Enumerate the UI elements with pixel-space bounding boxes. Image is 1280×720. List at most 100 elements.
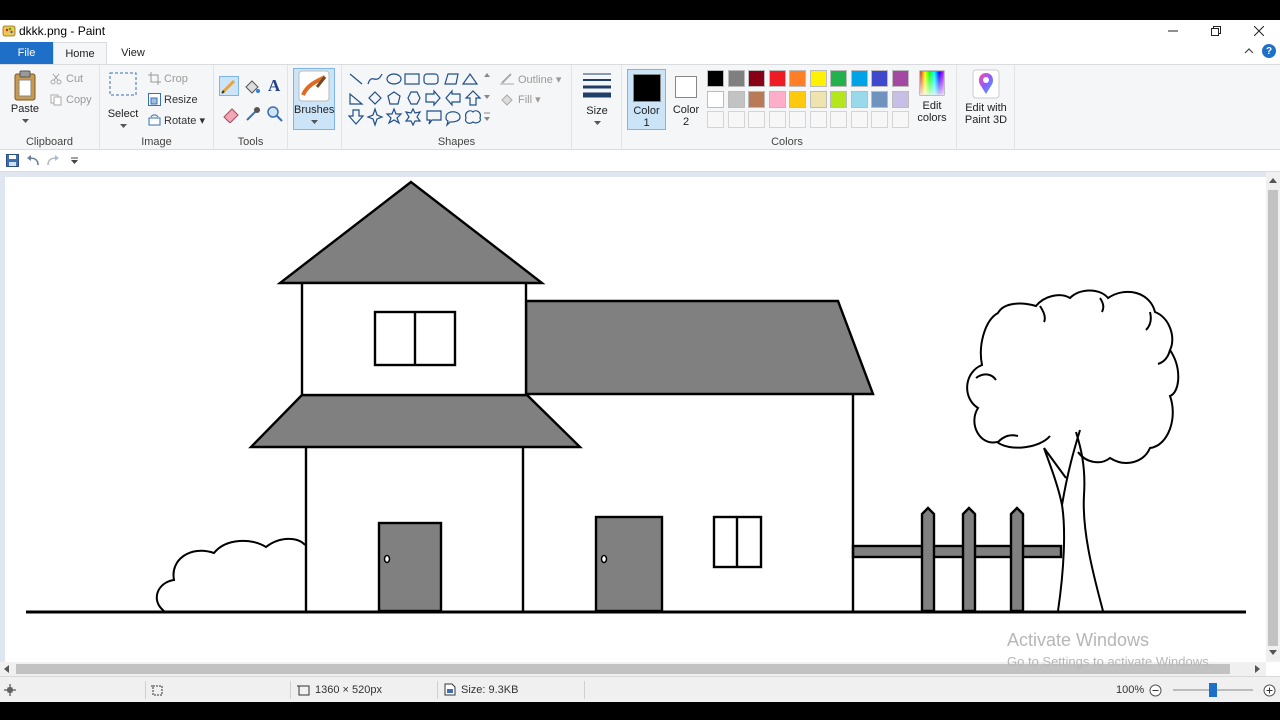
palette-color-swatch[interactable] — [871, 70, 888, 87]
palette-color-swatch[interactable] — [850, 90, 868, 108]
palette-empty-swatch[interactable] — [850, 111, 868, 128]
tab-home[interactable]: Home — [53, 42, 107, 65]
paste-button[interactable]: Paste — [6, 70, 44, 130]
pencil-icon — [221, 79, 236, 94]
paste-icon — [14, 70, 36, 101]
selection-size-icon — [151, 685, 163, 696]
size-group: Size — [572, 65, 622, 151]
rotate-button[interactable]: Rotate ▾ — [164, 114, 205, 127]
palette-color-swatch[interactable] — [707, 90, 724, 108]
fill-dropdown[interactable]: Fill ▾ — [518, 93, 541, 106]
cut-button[interactable]: Cut — [66, 73, 83, 85]
color-picker-icon[interactable] — [244, 105, 262, 123]
text-tool[interactable]: A — [268, 76, 280, 96]
restore-icon — [1211, 26, 1221, 36]
restore-button[interactable] — [1194, 20, 1238, 42]
brush-icon — [298, 70, 330, 102]
palette-color-swatch[interactable] — [809, 90, 827, 108]
help-button[interactable]: ? — [1262, 44, 1276, 58]
palette-empty-swatch[interactable] — [748, 111, 765, 128]
shapes-gallery[interactable] — [348, 72, 488, 128]
palette-color-swatch[interactable] — [727, 90, 745, 108]
vertical-scroll-thumb[interactable] — [1268, 190, 1278, 646]
minimize-icon — [1168, 30, 1178, 32]
select-button[interactable]: Select — [106, 71, 140, 131]
palette-empty-swatch[interactable] — [707, 111, 724, 128]
palette-empty-swatch[interactable] — [871, 111, 888, 128]
brushes-group: Brushes — [288, 65, 342, 151]
quick-access-toolbar — [0, 150, 1280, 172]
palette-color-swatch[interactable] — [748, 90, 765, 108]
brushes-label: Brushes — [294, 104, 335, 116]
close-button[interactable] — [1237, 20, 1280, 42]
scroll-down-icon[interactable] — [1269, 650, 1277, 656]
brushes-button[interactable]: Brushes — [293, 68, 335, 130]
customize-toolbar-icon[interactable] — [70, 157, 79, 165]
chevron-down-icon — [119, 124, 127, 128]
edit-with-paint3d-button[interactable]: Edit with Paint 3D — [961, 69, 1011, 131]
fence-post-2 — [961, 506, 977, 613]
outline-dropdown[interactable]: Outline ▾ — [518, 73, 561, 86]
status-separator — [584, 681, 585, 699]
crop-icon — [148, 72, 161, 85]
scroll-left-icon[interactable] — [4, 665, 10, 673]
ribbon: Paste Cut Copy Clipboard Select Crop Res… — [0, 64, 1280, 151]
select-label: Select — [107, 108, 139, 120]
scroll-up-icon[interactable] — [1269, 178, 1277, 184]
chevron-up-icon[interactable] — [1244, 47, 1254, 55]
palette-color-swatch[interactable] — [727, 70, 745, 87]
crop-button[interactable]: Crop — [164, 73, 188, 85]
palette-color-swatch[interactable] — [891, 70, 909, 87]
zoom-out-icon[interactable] — [1149, 684, 1162, 697]
palette-color-swatch[interactable] — [707, 70, 724, 87]
palette-color-swatch[interactable] — [830, 90, 847, 108]
undo-icon[interactable] — [26, 154, 40, 167]
save-icon[interactable] — [6, 154, 19, 167]
tab-view[interactable]: View — [107, 42, 159, 64]
palette-color-swatch[interactable] — [789, 70, 806, 87]
shapes-scroll-icon[interactable] — [484, 73, 490, 125]
palette-empty-swatch[interactable] — [727, 111, 745, 128]
palette-empty-swatch[interactable] — [789, 111, 806, 128]
fence-post-3 — [1009, 506, 1025, 613]
eraser-icon[interactable] — [222, 105, 240, 123]
resize-icon — [148, 93, 161, 106]
palette-color-swatch[interactable] — [830, 70, 847, 87]
tab-file[interactable]: File — [0, 42, 53, 64]
palette-color-swatch[interactable] — [891, 90, 909, 108]
fence-rail-left — [851, 544, 1063, 559]
edit-colors-label: Edit — [922, 100, 942, 112]
drawing-canvas[interactable] — [5, 177, 1266, 662]
palette-color-swatch[interactable] — [768, 90, 786, 108]
color-spectrum-icon — [919, 70, 945, 96]
outline-icon — [500, 73, 514, 85]
size-button[interactable]: Size — [579, 71, 615, 131]
scroll-right-icon[interactable] — [1255, 665, 1261, 673]
zoom-in-icon[interactable] — [1263, 684, 1276, 697]
vertical-scrollbar[interactable] — [1266, 172, 1280, 662]
title-bar: dkkk.png - Paint — [0, 20, 1280, 42]
copy-button[interactable]: Copy — [66, 94, 92, 106]
pencil-tool[interactable] — [219, 76, 239, 96]
palette-color-swatch[interactable] — [789, 90, 806, 108]
palette-empty-swatch[interactable] — [768, 111, 786, 128]
fill-bucket-icon[interactable] — [243, 78, 261, 96]
right-door — [594, 515, 664, 613]
paint3d-label-2: Paint 3D — [964, 114, 1008, 126]
redo-icon[interactable] — [46, 154, 60, 167]
magnifier-icon[interactable] — [266, 105, 284, 123]
palette-empty-swatch[interactable] — [891, 111, 909, 128]
palette-empty-swatch[interactable] — [830, 111, 847, 128]
minimize-button[interactable] — [1151, 20, 1195, 42]
edit-colors-button[interactable]: Edit colors — [913, 69, 951, 131]
palette-color-swatch[interactable] — [850, 70, 868, 87]
line-size-icon — [583, 73, 611, 98]
palette-color-swatch[interactable] — [871, 90, 888, 108]
palette-color-swatch[interactable] — [809, 70, 827, 87]
palette-empty-swatch[interactable] — [809, 111, 827, 128]
upper-roof — [276, 180, 546, 285]
resize-button[interactable]: Resize — [164, 94, 198, 106]
palette-color-swatch[interactable] — [768, 70, 786, 87]
zoom-slider-thumb[interactable] — [1209, 683, 1217, 697]
palette-color-swatch[interactable] — [748, 70, 765, 87]
